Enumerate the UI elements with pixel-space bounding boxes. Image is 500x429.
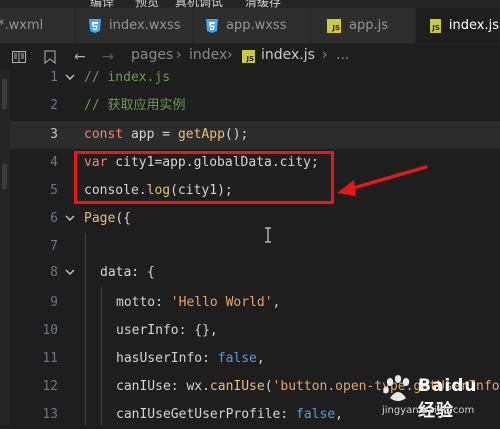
baidu-paw-icon — [383, 375, 410, 401]
annotation-arrow-icon — [337, 165, 428, 196]
watermark: Baidu 经验 jingyan.baidu.com — [378, 372, 498, 422]
text-cursor-icon — [265, 227, 271, 243]
watermark-site: jingyan.baidu.com — [382, 405, 475, 416]
